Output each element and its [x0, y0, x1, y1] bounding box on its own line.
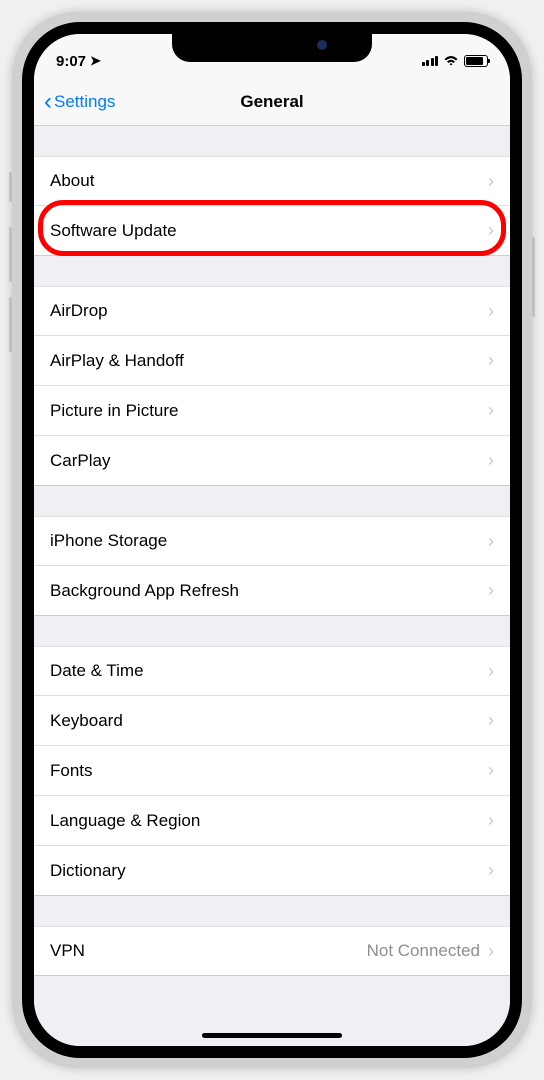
list-item-carplay[interactable]: CarPlay ›	[34, 436, 510, 486]
chevron-right-icon: ›	[488, 810, 494, 831]
list-item-airdrop[interactable]: AirDrop ›	[34, 286, 510, 336]
section-gap	[34, 256, 510, 286]
section-group: AirDrop › AirPlay & Handoff › Picture in…	[34, 286, 510, 486]
section-gap	[34, 486, 510, 516]
list-label: AirPlay & Handoff	[50, 351, 184, 371]
back-button[interactable]: ‹ Settings	[44, 90, 115, 114]
list-label: Language & Region	[50, 811, 200, 831]
list-item-fonts[interactable]: Fonts ›	[34, 746, 510, 796]
chevron-left-icon: ‹	[44, 90, 52, 114]
list-item-date-time[interactable]: Date & Time ›	[34, 646, 510, 696]
list-label: Software Update	[50, 221, 177, 241]
list-label: iPhone Storage	[50, 531, 167, 551]
list-item-dictionary[interactable]: Dictionary ›	[34, 846, 510, 896]
list-item-airplay-handoff[interactable]: AirPlay & Handoff ›	[34, 336, 510, 386]
section-gap	[34, 126, 510, 156]
list-label: Keyboard	[50, 711, 123, 731]
list-item-language-region[interactable]: Language & Region ›	[34, 796, 510, 846]
status-time: 9:07	[56, 53, 86, 70]
mute-switch	[9, 172, 12, 202]
list-item-keyboard[interactable]: Keyboard ›	[34, 696, 510, 746]
content-scroll[interactable]: About › Software Update › AirDrop ›	[34, 126, 510, 1046]
list-item-iphone-storage[interactable]: iPhone Storage ›	[34, 516, 510, 566]
location-icon: ➤	[90, 53, 101, 69]
chevron-right-icon: ›	[488, 531, 494, 552]
list-label: CarPlay	[50, 451, 110, 471]
chevron-right-icon: ›	[488, 941, 494, 962]
list-label: VPN	[50, 941, 85, 961]
chevron-right-icon: ›	[488, 760, 494, 781]
navigation-bar: ‹ Settings General	[34, 78, 510, 126]
list-item-background-app-refresh[interactable]: Background App Refresh ›	[34, 566, 510, 616]
screen: 9:07 ➤	[34, 34, 510, 1046]
list-item-picture-in-picture[interactable]: Picture in Picture ›	[34, 386, 510, 436]
list-item-software-update[interactable]: Software Update ›	[34, 206, 510, 256]
list-item-vpn[interactable]: VPN Not Connected ›	[34, 926, 510, 976]
chevron-right-icon: ›	[488, 860, 494, 881]
chevron-right-icon: ›	[488, 400, 494, 421]
chevron-right-icon: ›	[488, 350, 494, 371]
list-label: Background App Refresh	[50, 581, 239, 601]
list-label: Picture in Picture	[50, 401, 179, 421]
page-title: General	[240, 92, 303, 112]
list-label: Date & Time	[50, 661, 144, 681]
section-group: VPN Not Connected ›	[34, 926, 510, 976]
list-label: AirDrop	[50, 301, 108, 321]
phone-bezel: 9:07 ➤	[22, 22, 522, 1058]
chevron-right-icon: ›	[488, 450, 494, 471]
back-label: Settings	[54, 92, 115, 112]
chevron-right-icon: ›	[488, 580, 494, 601]
chevron-right-icon: ›	[488, 661, 494, 682]
list-label: About	[50, 171, 94, 191]
cellular-signal-icon	[422, 56, 439, 66]
list-label: Dictionary	[50, 861, 126, 881]
chevron-right-icon: ›	[488, 301, 494, 322]
notch	[172, 34, 372, 62]
power-button	[532, 237, 535, 317]
section-group: About › Software Update ›	[34, 156, 510, 256]
chevron-right-icon: ›	[488, 220, 494, 241]
home-indicator[interactable]	[202, 1033, 342, 1038]
chevron-right-icon: ›	[488, 171, 494, 192]
wifi-icon	[443, 55, 459, 67]
volume-down-button	[9, 297, 12, 352]
chevron-right-icon: ›	[488, 710, 494, 731]
status-right	[422, 55, 489, 67]
volume-up-button	[9, 227, 12, 282]
section-gap	[34, 896, 510, 926]
status-left: 9:07 ➤	[56, 53, 101, 70]
section-gap	[34, 616, 510, 646]
battery-icon	[464, 55, 488, 67]
section-group: iPhone Storage › Background App Refresh …	[34, 516, 510, 616]
list-label: Fonts	[50, 761, 93, 781]
list-item-about[interactable]: About ›	[34, 156, 510, 206]
camera-dot	[317, 40, 327, 50]
phone-frame: 9:07 ➤	[12, 12, 532, 1068]
list-value: Not Connected	[367, 941, 480, 961]
section-group: Date & Time › Keyboard › Fonts › Languag…	[34, 646, 510, 896]
